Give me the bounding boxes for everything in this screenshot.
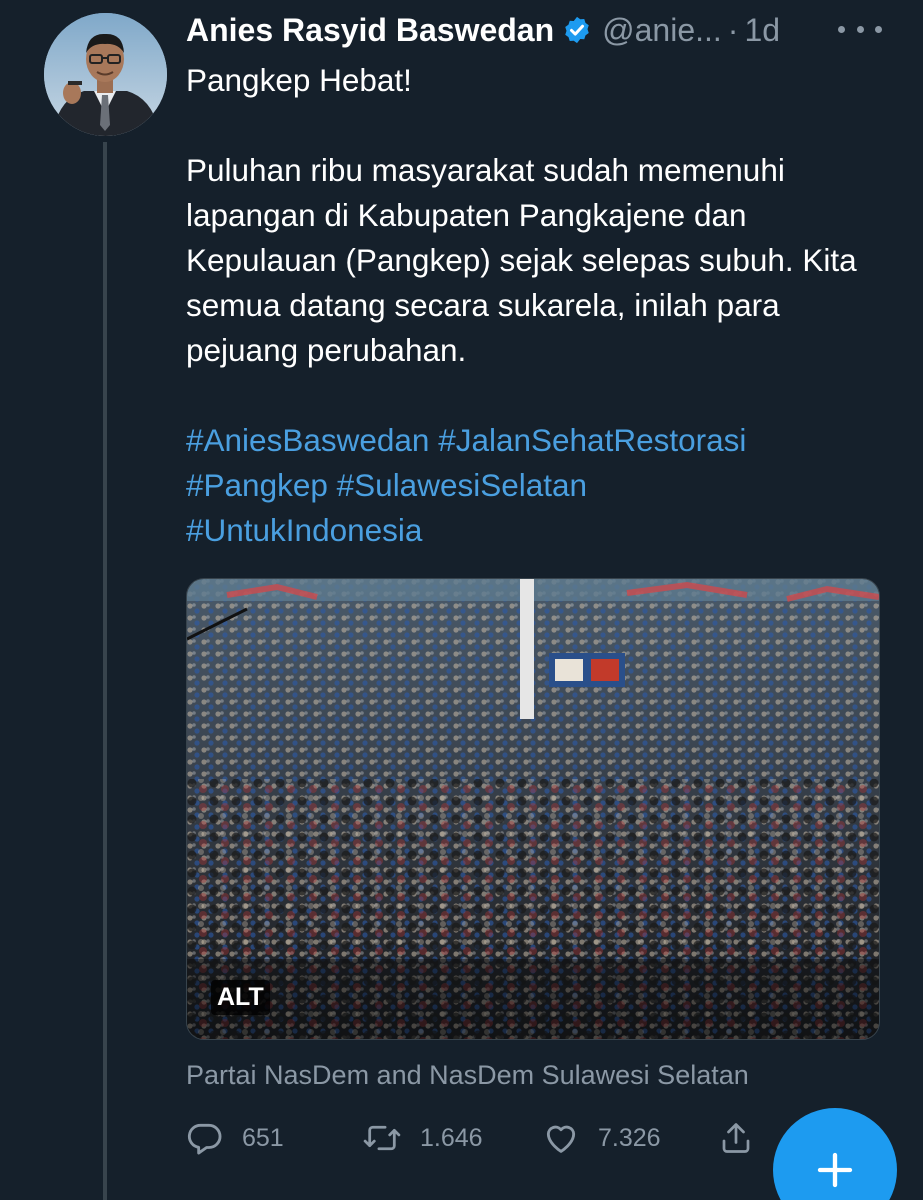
- author-handle[interactable]: @anie...: [602, 12, 722, 49]
- more-options-icon[interactable]: [838, 14, 882, 44]
- crowd-photo-image: [187, 579, 879, 1039]
- like-count: 7.326: [598, 1123, 661, 1152]
- tweet-actions: 651 1.646 7.326: [186, 1118, 766, 1158]
- hashtag-link[interactable]: #AniesBaswedan: [186, 422, 429, 458]
- tweet[interactable]: Anies Rasyid Baswedan @anie... · 1d Pang…: [0, 0, 923, 1200]
- tweet-photo[interactable]: ALT: [186, 578, 880, 1040]
- plus-icon: [817, 1152, 853, 1188]
- retweet-count: 1.646: [420, 1123, 483, 1152]
- heart-icon: [546, 1125, 576, 1153]
- tagged-users[interactable]: Partai NasDem and NasDem Sulawesi Selata…: [186, 1060, 749, 1091]
- header-separator: ·: [727, 11, 739, 48]
- tweet-text: Pangkep Hebat! Puluhan ribu masyarakat s…: [186, 58, 876, 553]
- alt-text-badge[interactable]: ALT: [211, 980, 270, 1015]
- reply-count: 651: [242, 1123, 284, 1152]
- hashtag-link[interactable]: #Pangkep: [186, 467, 328, 503]
- tweet-text-paragraph: Puluhan ribu masyarakat sudah memenuhi l…: [186, 152, 857, 368]
- retweet-icon: [363, 1125, 401, 1151]
- tweet-text-line1: Pangkep Hebat!: [186, 62, 412, 98]
- share-button[interactable]: [718, 1118, 772, 1158]
- author-avatar[interactable]: [44, 13, 167, 136]
- like-button[interactable]: 7.326: [542, 1118, 661, 1158]
- thread-line: [103, 142, 107, 1200]
- share-icon: [722, 1123, 750, 1153]
- verified-badge-icon: [565, 16, 589, 44]
- hashtag-link[interactable]: #SulawesiSelatan: [337, 467, 587, 503]
- author-name[interactable]: Anies Rasyid Baswedan: [186, 12, 554, 49]
- avatar-photo: [44, 13, 167, 136]
- reply-icon: [187, 1123, 222, 1155]
- tweet-timestamp[interactable]: 1d: [744, 12, 780, 49]
- hashtag-link[interactable]: #JalanSehatRestorasi: [438, 422, 746, 458]
- compose-tweet-button[interactable]: [773, 1108, 897, 1200]
- tweet-header: Anies Rasyid Baswedan @anie... · 1d: [186, 8, 780, 52]
- hashtag-link[interactable]: #UntukIndonesia: [186, 512, 422, 548]
- retweet-button[interactable]: 1.646: [362, 1118, 483, 1158]
- reply-button[interactable]: 651: [186, 1118, 284, 1158]
- hashtag-list: #AniesBaswedan #JalanSehatRestorasi #Pan…: [186, 418, 876, 553]
